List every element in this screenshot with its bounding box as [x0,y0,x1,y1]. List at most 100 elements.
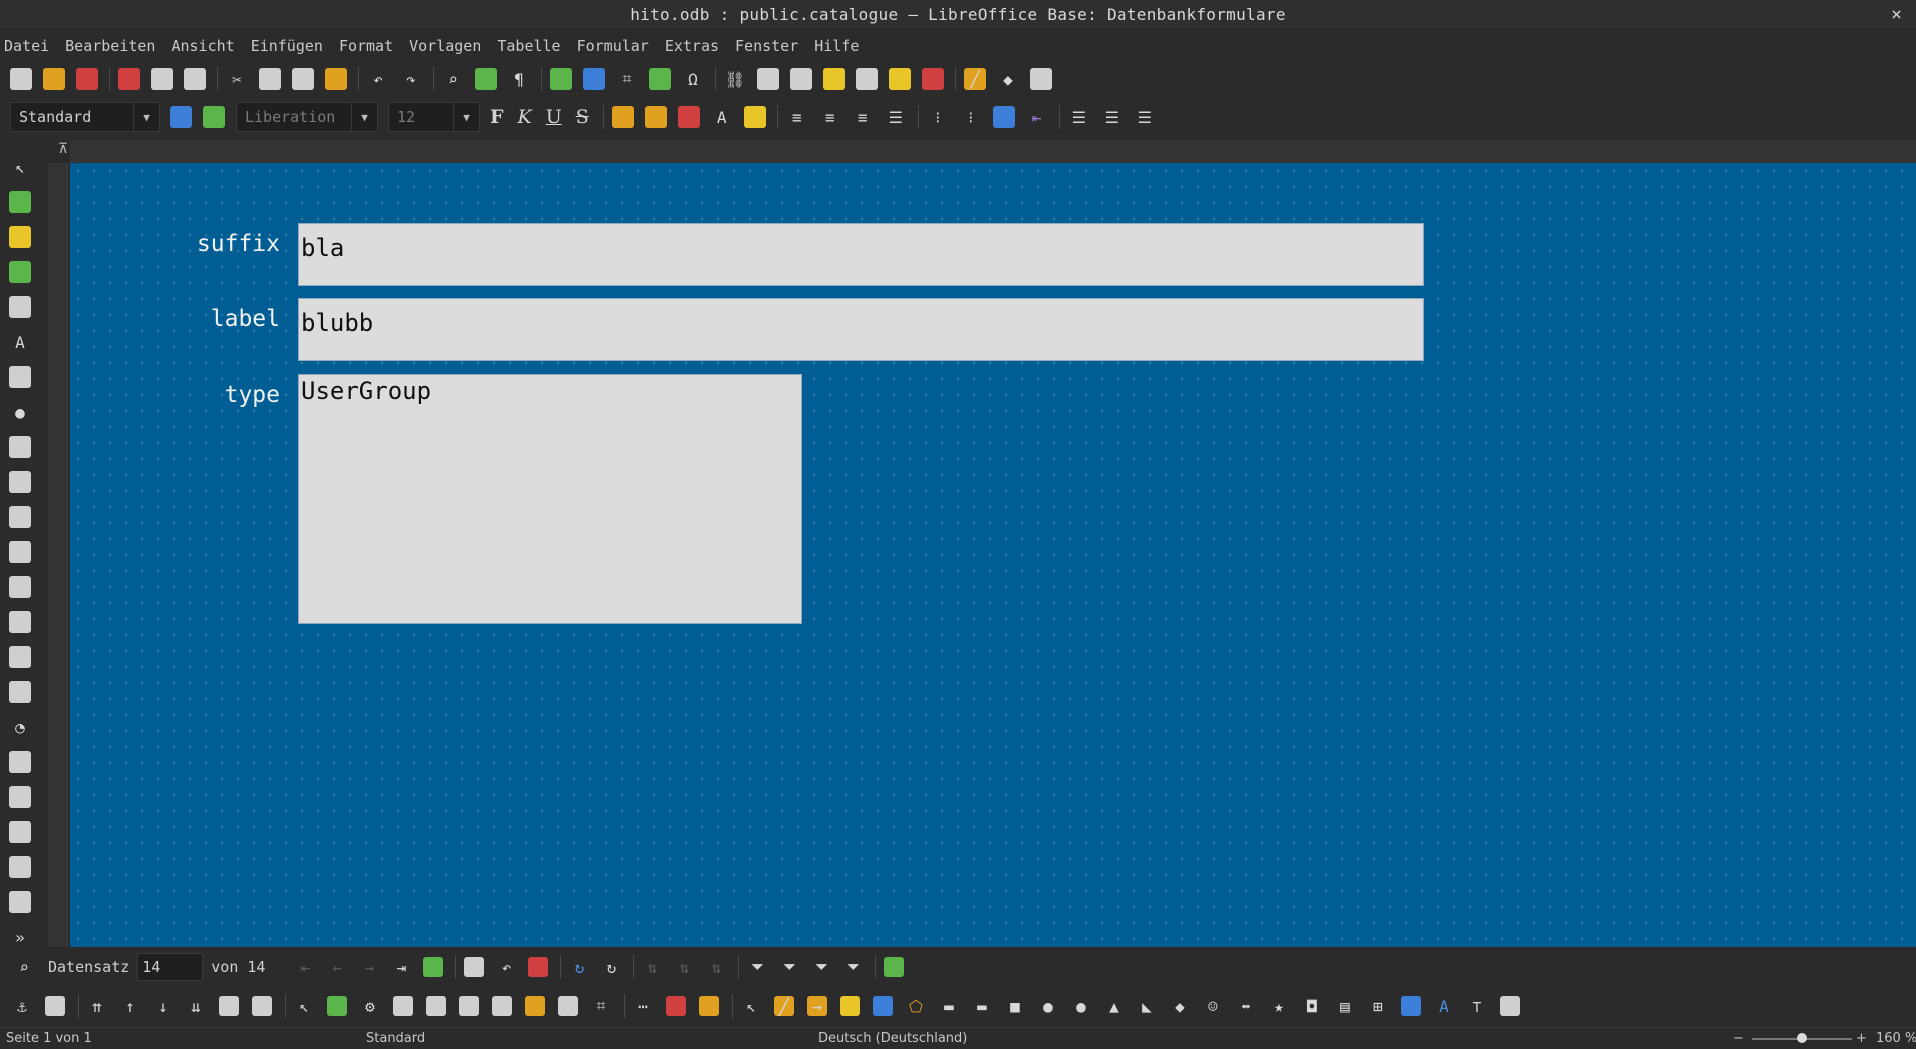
decrease-paragraph-spacing-icon[interactable]: ☰ [1134,106,1156,128]
menu-tabelle[interactable]: Tabelle [497,37,560,55]
refresh-icon[interactable]: ↻ [569,957,589,977]
reset-filter-icon[interactable]: ⏷ [843,957,863,977]
file-selection-icon[interactable] [9,891,31,913]
menu-hilfe[interactable]: Hilfe [814,37,859,55]
insert-image-icon[interactable] [583,68,605,90]
chevron-down-icon[interactable]: ▼ [453,103,479,131]
print-icon[interactable] [151,68,173,90]
currency-field-icon[interactable] [9,646,31,668]
zoom-slider-handle[interactable] [1797,1033,1807,1043]
polygon-icon[interactable]: ⬠ [906,996,926,1016]
right-triangle-icon[interactable]: ◣ [1137,996,1157,1016]
close-icon[interactable]: × [1891,4,1902,25]
bring-forward-icon[interactable]: ↑ [120,996,140,1016]
find-replace-icon[interactable]: ⌕ [442,68,464,90]
paragraph-style-select[interactable]: Standard ▼ [10,102,160,132]
delete-record-icon[interactable] [528,957,549,977]
shadow-icon[interactable] [1500,996,1520,1016]
save-icon[interactable] [76,68,98,90]
bold-button[interactable]: F [490,106,504,128]
date-field-icon[interactable] [9,681,31,703]
menu-fenster[interactable]: Fenster [735,37,798,55]
control-wizards-icon[interactable] [9,226,31,248]
menu-formular[interactable]: Formular [577,37,649,55]
flowchart-icon[interactable]: ▤ [1335,996,1355,1016]
chevron-down-icon[interactable]: ▼ [351,103,377,131]
paste-icon[interactable] [292,68,314,90]
combo-box-icon[interactable] [9,471,31,493]
record-number-input[interactable]: 14 [137,953,204,981]
align-left-icon[interactable]: ≡ [786,106,808,128]
navigation-bar-icon[interactable] [9,856,31,878]
open-in-design-mode-icon[interactable] [525,996,545,1016]
push-button-icon[interactable] [9,506,31,528]
bring-to-front-icon[interactable]: ⇈ [87,996,107,1016]
ungroup-icon[interactable] [252,996,272,1016]
numeric-field-icon[interactable] [9,611,31,633]
insert-chart-icon[interactable]: ⌗ [616,68,638,90]
form-navigator-icon[interactable] [426,996,446,1016]
special-character-icon[interactable]: Ω [682,68,704,90]
footnote-icon[interactable] [757,68,779,90]
activation-order-icon[interactable] [459,996,479,1016]
last-record-icon[interactable]: ⇥ [391,957,411,977]
next-record-icon[interactable]: → [359,957,379,977]
check-box-icon[interactable] [9,366,31,388]
save-record-icon[interactable] [464,957,485,977]
stars-icon[interactable]: ★ [1269,996,1289,1016]
time-field-icon[interactable]: ◔ [9,716,31,738]
previous-record-icon[interactable]: ← [327,957,347,977]
clear-formatting-icon[interactable] [677,106,700,128]
fontwork-icon[interactable]: ⊞ [1368,996,1388,1016]
open-icon[interactable] [43,68,65,90]
draw-select-icon[interactable]: ↖ [741,996,761,1016]
form-properties-icon[interactable] [393,996,413,1016]
draw-arrow-icon[interactable]: → [807,996,827,1016]
image-button-icon[interactable] [9,541,31,563]
automatic-control-focus-icon[interactable] [558,996,578,1016]
sort-ascending-icon[interactable]: ⇅ [674,957,694,977]
menu-ansicht[interactable]: Ansicht [171,37,234,55]
cross-reference-icon[interactable] [856,68,878,90]
insert-table-icon[interactable] [550,68,572,90]
align-right-icon[interactable]: ≡ [852,106,874,128]
helplines-while-moving-icon[interactable] [699,996,719,1016]
menu-bearbeiten[interactable]: Bearbeiten [65,37,155,55]
send-to-back-icon[interactable]: ⇊ [186,996,206,1016]
unordered-list-icon[interactable]: ⁝ [927,106,949,128]
align-center-icon[interactable]: ≡ [819,106,841,128]
ordered-list-icon[interactable]: ⁝ [960,106,982,128]
ellipse-icon[interactable]: ● [1038,996,1058,1016]
auto-filter-icon[interactable]: ⏷ [747,957,767,977]
rectangle-icon[interactable]: ▬ [939,996,959,1016]
group-icon[interactable] [219,996,239,1016]
diamond-shapes-icon[interactable]: ◆ [1170,996,1190,1016]
line-icon[interactable]: ╱ [964,68,986,90]
draw-line-icon[interactable]: ╱ [774,996,794,1016]
bookmark-icon[interactable] [823,68,845,90]
edit-points-icon[interactable] [873,996,893,1016]
standard-filter-icon[interactable]: ⏷ [811,957,831,977]
basic-shapes-icon[interactable]: ◆ [997,68,1019,90]
refresh-control-icon[interactable]: ↻ [601,957,621,977]
align-objects-icon[interactable] [45,996,65,1016]
export-pdf-icon[interactable] [118,68,140,90]
underline-button[interactable]: U [546,106,562,128]
image-control-icon[interactable] [9,751,31,773]
comment-icon[interactable] [889,68,911,90]
undo-icon[interactable]: ↶ [367,68,389,90]
block-arrows-icon[interactable]: ⬌ [1236,996,1256,1016]
crop-icon[interactable]: ⌗ [591,996,611,1016]
justify-icon[interactable]: ☰ [885,106,907,128]
copy-icon[interactable] [259,68,281,90]
square-icon[interactable]: ■ [1005,996,1025,1016]
font-size-select[interactable]: 12 ▼ [388,102,480,132]
apply-filter-icon[interactable]: ⏷ [779,957,799,977]
label-field-icon[interactable] [9,296,31,318]
circle-icon[interactable]: ● [1071,996,1091,1016]
vertical-ruler[interactable] [48,163,68,947]
line-spacing-icon[interactable]: ☰ [1068,106,1090,128]
symbol-shapes-icon[interactable]: ☺ [1203,996,1223,1016]
superscript-icon[interactable] [611,106,634,128]
formatting-marks-icon[interactable]: ¶ [508,68,530,90]
